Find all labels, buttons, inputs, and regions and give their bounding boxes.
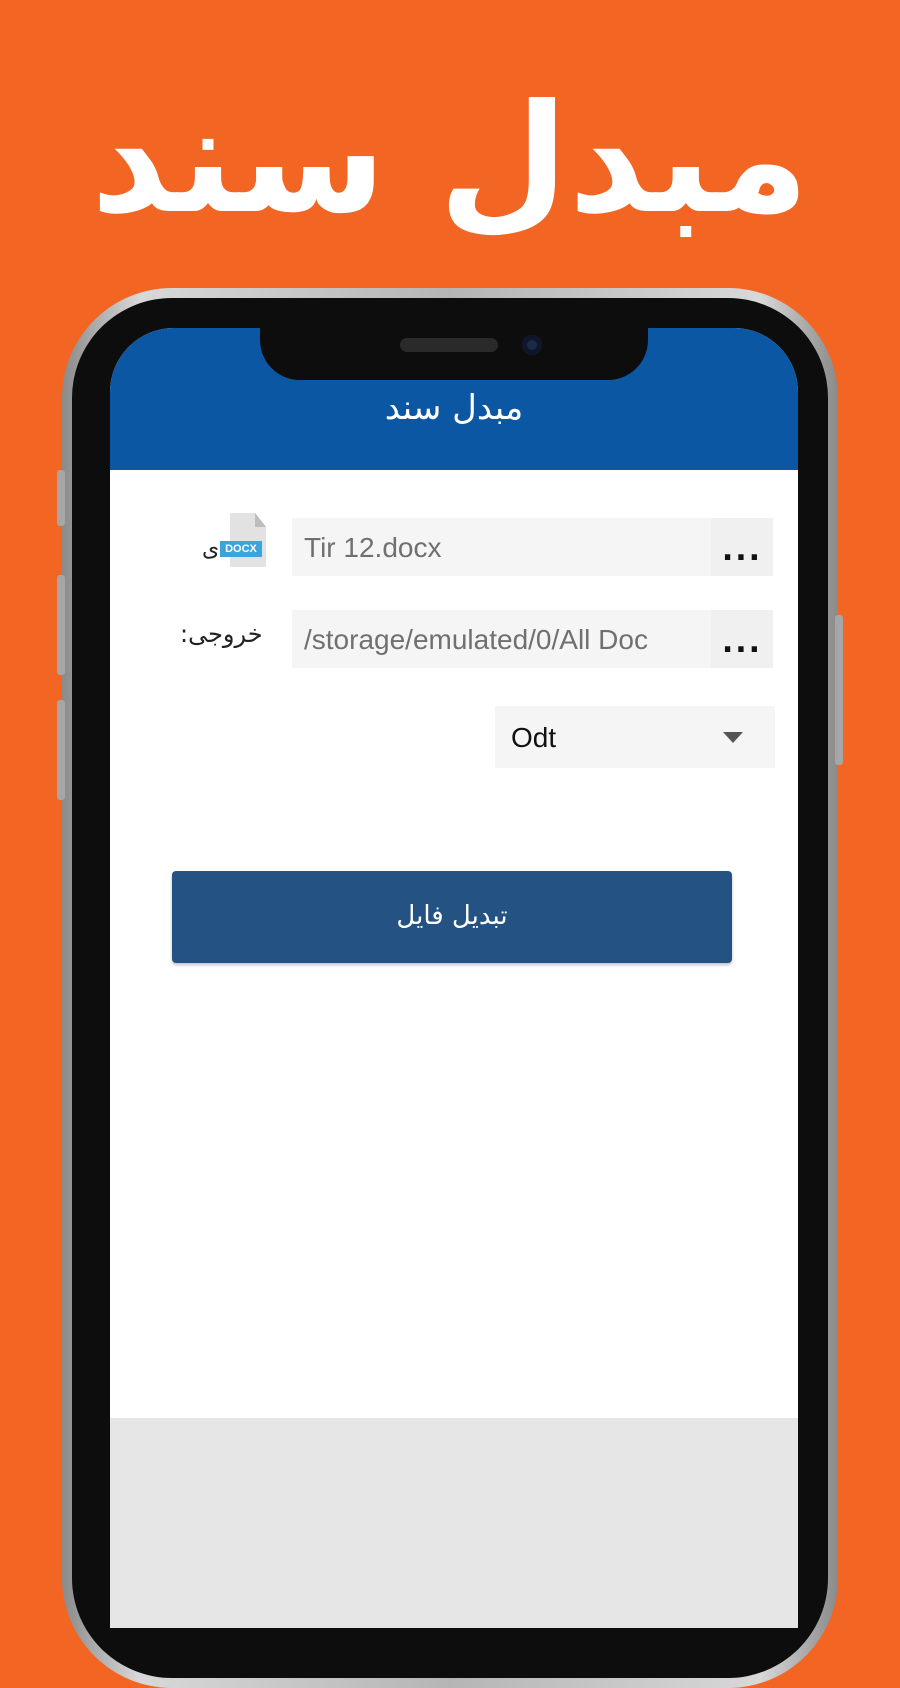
output-browse-button[interactable]: ... bbox=[711, 610, 773, 668]
output-path-field[interactable]: /storage/emulated/0/All Doc ... bbox=[292, 610, 773, 668]
promo-title: مبدل سند bbox=[90, 73, 810, 247]
output-path-value: /storage/emulated/0/All Doc bbox=[304, 624, 648, 655]
phone-notch bbox=[260, 328, 648, 380]
convert-button-label: تبدیل فایل bbox=[396, 901, 508, 931]
input-file-value: Tir 12.docx bbox=[304, 532, 442, 563]
app-screen: مبدل سند ی DOCX Tir 12.docx ... خروجی: /… bbox=[110, 328, 798, 1628]
volume-middle-button bbox=[57, 575, 65, 675]
volume-down-button bbox=[57, 700, 65, 800]
format-select-value: Odt bbox=[511, 722, 557, 753]
front-camera-icon bbox=[522, 335, 542, 355]
format-select[interactable]: Odt bbox=[495, 706, 775, 768]
docx-file-icon: ی DOCX bbox=[202, 513, 276, 575]
app-title: مبدل سند bbox=[384, 388, 524, 428]
input-file-field[interactable]: Tir 12.docx ... bbox=[292, 518, 773, 576]
convert-file-button[interactable]: تبدیل فایل bbox=[172, 871, 732, 963]
input-label-fragment: ی bbox=[202, 537, 220, 562]
speaker-grille bbox=[400, 338, 498, 352]
power-button bbox=[835, 615, 843, 765]
input-browse-button[interactable]: ... bbox=[711, 518, 773, 576]
docx-badge: DOCX bbox=[220, 541, 262, 557]
output-label: خروجی: bbox=[180, 620, 263, 648]
dropdown-arrow-icon bbox=[723, 732, 743, 743]
volume-up-button bbox=[57, 470, 65, 526]
bottom-area bbox=[110, 1418, 798, 1628]
